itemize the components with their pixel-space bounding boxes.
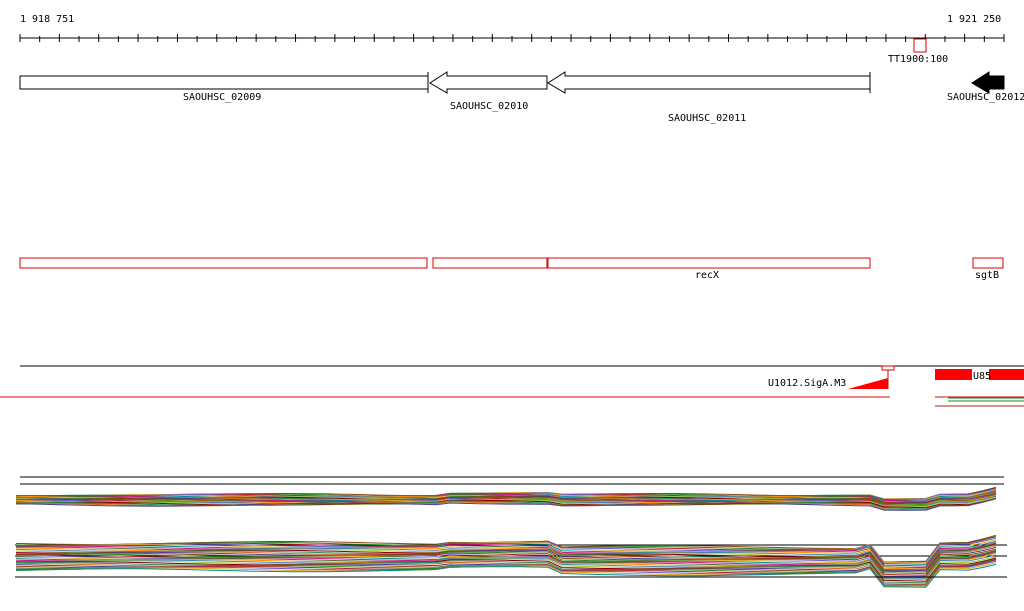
regulatory-track: U1012.SigA.M3 U85 (0, 365, 1024, 407)
annotation-label-sgtb: sgtB (975, 270, 999, 281)
coordinate-ruler (19, 34, 1005, 42)
terminator-feature[interactable]: TT1900:100 (888, 38, 948, 65)
expression-track (15, 476, 1007, 588)
annotation-box-sgtb[interactable] (972, 257, 1004, 269)
gene-saouhsc-02010[interactable]: SAOUHSC_02010 (429, 71, 548, 112)
gene-label: SAOUHSC_02009 (183, 92, 261, 103)
gene-track: SAOUHSC_02009 SAOUHSC_02010 SAOUHSC_0201… (19, 71, 1024, 124)
promoter-label: U1012.SigA.M3 (768, 378, 846, 389)
annotation-box[interactable] (432, 257, 548, 269)
annotation-box-recx[interactable] (547, 257, 871, 269)
gene-saouhsc-02011[interactable]: SAOUHSC_02011 (547, 71, 871, 124)
annotation-label-recx: recX (695, 270, 719, 281)
gene-label: SAOUHSC_02011 (668, 113, 746, 124)
annotation-box[interactable] (19, 257, 428, 269)
expression-lines-upper (15, 486, 997, 511)
annotation-track: recX sgtB (19, 257, 1004, 281)
gene-saouhsc-02009[interactable]: SAOUHSC_02009 (19, 72, 429, 103)
gene-label: SAOUHSC_02012 (947, 92, 1024, 103)
expression-lines-lower (15, 534, 997, 588)
gene-label: SAOUHSC_02010 (450, 101, 528, 112)
tracks-canvas: TT1900:100 SAOUHSC_02009 SAOUHSC_02010 S… (0, 34, 1024, 588)
terminator-label: TT1900:100 (888, 54, 948, 65)
genome-browser-view: 1 918 751 1 921 250 TT1900:100 SAOUHSC_0… (0, 0, 1024, 611)
gene-saouhsc-02012[interactable]: SAOUHSC_02012 (947, 71, 1024, 103)
promoter-marker[interactable] (848, 378, 888, 389)
feature-right-label: U85 (973, 371, 991, 382)
